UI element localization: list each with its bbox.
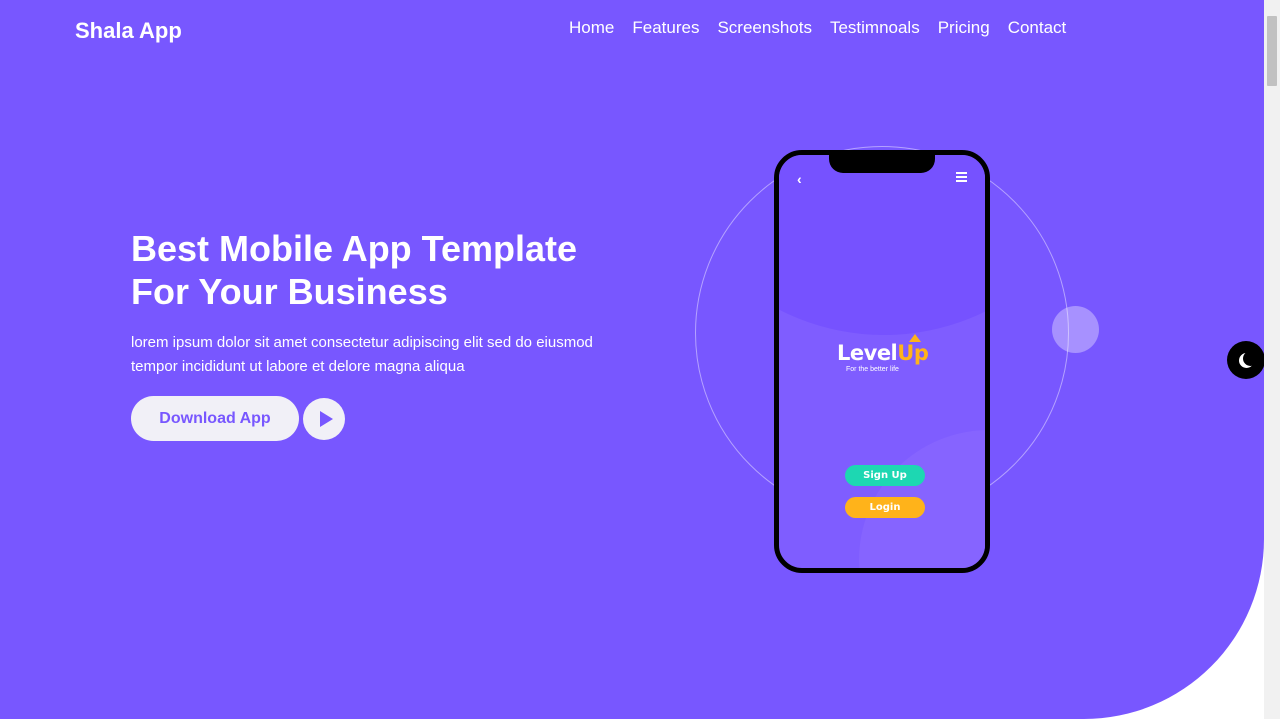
back-chevron-icon: ‹ — [797, 171, 802, 187]
brand-logo[interactable]: Shala App — [75, 18, 182, 44]
logo-text: LevelUp — [837, 341, 941, 365]
scrollbar-thumb[interactable] — [1267, 16, 1277, 86]
phone-signup-button: Sign Up — [845, 465, 925, 486]
logo-accent: Up — [897, 341, 929, 365]
play-video-button[interactable] — [303, 397, 345, 440]
phone-login-button: Login — [845, 497, 925, 518]
decorative-bubble — [1052, 306, 1099, 353]
logo-arrow-icon — [909, 334, 921, 342]
hero-title: Best Mobile App Template For Your Busine… — [131, 227, 651, 313]
theme-toggle-button[interactable] — [1227, 341, 1265, 379]
hamburger-icon — [956, 172, 967, 184]
moon-icon — [1243, 351, 1258, 366]
nav-home[interactable]: Home — [569, 18, 614, 38]
levelup-logo: LevelUp For the better life — [837, 334, 941, 373]
hero-actions: Download App — [131, 396, 345, 441]
nav-testimonials[interactable]: Testimnoals — [830, 18, 920, 38]
hero-section: Shala App Home Features Screenshots Test… — [0, 0, 1264, 719]
main-nav: Home Features Screenshots Testimnoals Pr… — [569, 18, 1066, 38]
logo-main: Level — [837, 341, 898, 365]
hero-description: lorem ipsum dolor sit amet consectetur a… — [131, 331, 631, 379]
nav-screenshots[interactable]: Screenshots — [717, 18, 812, 38]
page: Shala App Home Features Screenshots Test… — [0, 0, 1280, 719]
phone-mockup: ‹ LevelUp For the better life Sign Up Lo… — [774, 150, 990, 573]
nav-contact[interactable]: Contact — [1008, 18, 1067, 38]
logo-tagline: For the better life — [846, 366, 899, 373]
hero-title-line1: Best Mobile App Template — [131, 228, 578, 269]
download-app-button[interactable]: Download App — [131, 396, 299, 441]
page-scrollbar[interactable] — [1264, 0, 1280, 719]
nav-pricing[interactable]: Pricing — [938, 18, 990, 38]
hero-description-line2: tempor incididunt ut labore et delore ma… — [131, 358, 465, 375]
hero-title-line2: For Your Business — [131, 271, 448, 312]
hero-description-line1: lorem ipsum dolor sit amet consectetur a… — [131, 334, 593, 351]
nav-features[interactable]: Features — [632, 18, 699, 38]
phone-notch — [829, 155, 935, 173]
play-icon — [319, 410, 333, 427]
